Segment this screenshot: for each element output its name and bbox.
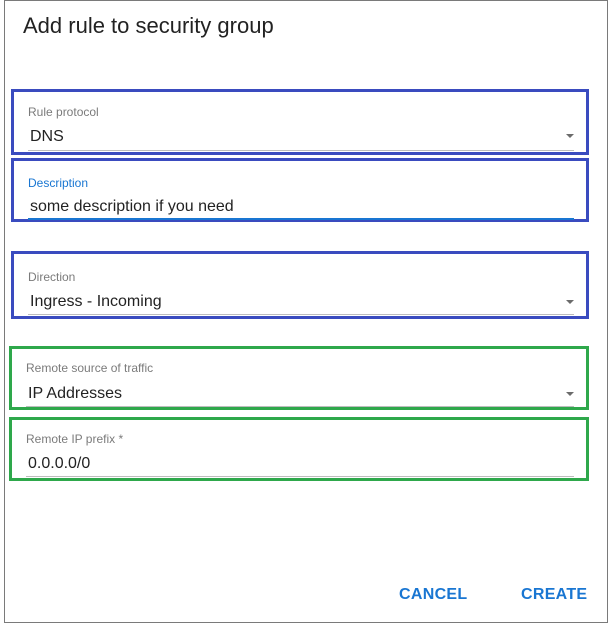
direction-underline [28, 314, 574, 315]
description-label: Description [28, 176, 89, 190]
rule-protocol-value: DNS [30, 128, 64, 145]
create-button[interactable]: CREATE [521, 586, 587, 604]
remote-source-value: IP Addresses [28, 385, 122, 402]
remote-ip-prefix-field[interactable]: Remote IP prefix * 0.0.0.0/0 [9, 417, 589, 481]
rule-protocol-select[interactable]: Rule protocol DNS [11, 89, 589, 155]
add-rule-dialog: Add rule to security group Rule protocol… [4, 0, 608, 623]
direction-value: Ingress - Incoming [30, 293, 162, 310]
dialog-title: Add rule to security group [23, 13, 274, 38]
rule-protocol-underline [28, 150, 574, 151]
remote-source-underline [26, 406, 574, 407]
chevron-down-icon[interactable] [566, 300, 574, 304]
remote-source-label: Remote source of traffic [26, 361, 154, 375]
chevron-down-icon[interactable] [566, 392, 574, 396]
remote-source-select[interactable]: Remote source of traffic IP Addresses [9, 346, 589, 410]
description-underline [28, 218, 574, 220]
description-input[interactable]: some description if you need [30, 198, 234, 216]
cancel-button[interactable]: CANCEL [399, 586, 467, 604]
rule-protocol-label: Rule protocol [28, 105, 99, 119]
remote-ip-prefix-underline [26, 476, 574, 477]
description-field[interactable]: Description some description if you need [11, 158, 589, 222]
chevron-down-icon[interactable] [566, 134, 574, 138]
remote-ip-prefix-input[interactable]: 0.0.0.0/0 [28, 455, 90, 473]
direction-select[interactable]: Direction Ingress - Incoming [11, 251, 589, 319]
direction-label: Direction [28, 270, 76, 284]
remote-ip-prefix-label: Remote IP prefix * [26, 432, 124, 446]
